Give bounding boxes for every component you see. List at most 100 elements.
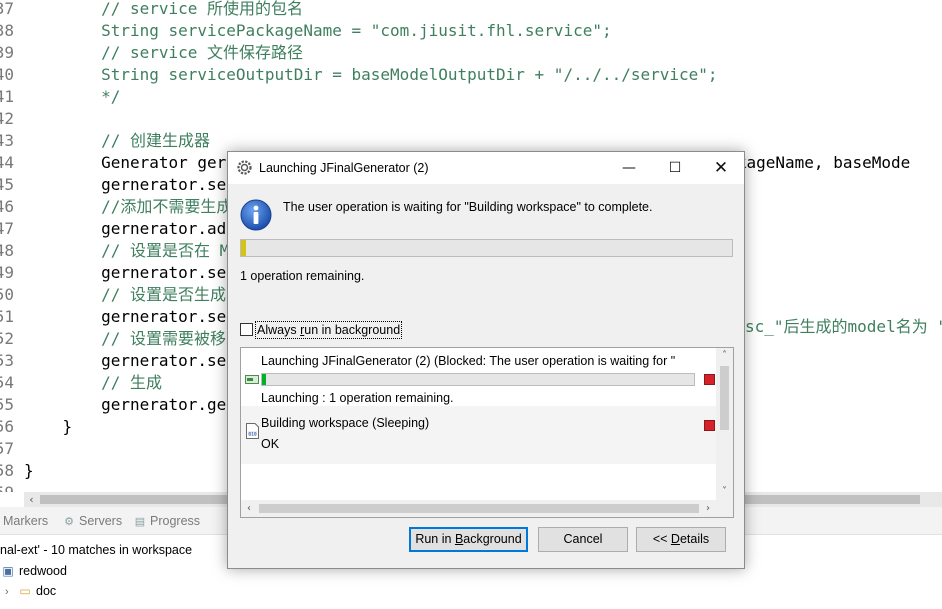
line-number: 41 bbox=[0, 87, 14, 106]
line-number: 46 bbox=[0, 197, 14, 216]
line-number: 54 bbox=[0, 373, 14, 392]
stop-job-icon[interactable] bbox=[704, 420, 715, 431]
code-line[interactable]: 37 // service 所使用的包名 bbox=[0, 0, 942, 20]
maximize-icon[interactable]: ☐ bbox=[652, 152, 698, 184]
line-number: 50 bbox=[0, 285, 14, 304]
dialog-titlebar[interactable]: Launching JFinalGenerator (2) — ☐ ✕ bbox=[228, 152, 744, 184]
tab-markers[interactable]: Markers bbox=[3, 507, 48, 535]
always-background-checkbox[interactable] bbox=[240, 323, 253, 336]
code-line-tail: sc_"后生成的model名为 "U bbox=[745, 317, 942, 336]
code-text: // 创建生成器 bbox=[24, 131, 210, 150]
job-title: Launching JFinalGenerator (2) (Blocked: … bbox=[261, 354, 676, 368]
tree-item-label: doc bbox=[36, 584, 57, 598]
close-icon[interactable]: ✕ bbox=[698, 152, 744, 184]
chevron-right-icon[interactable]: › bbox=[700, 500, 716, 517]
job-progress-bar bbox=[261, 373, 695, 386]
code-line[interactable]: 43 // 创建生成器 bbox=[0, 130, 942, 152]
line-number: 38 bbox=[0, 21, 14, 40]
tab-markers-label: Markers bbox=[3, 514, 49, 528]
job-row-launching[interactable]: Launching JFinalGenerator (2) (Blocked: … bbox=[241, 348, 716, 406]
chevron-left-icon[interactable]: ‹ bbox=[241, 500, 257, 517]
tab-servers[interactable]: ⚙ Servers bbox=[62, 507, 122, 535]
tab-servers-label: Servers bbox=[79, 514, 123, 528]
code-line[interactable]: 38 String servicePackageName = "com.jius… bbox=[0, 20, 942, 42]
details-horizontal-scrollbar[interactable]: ‹ › bbox=[241, 500, 733, 517]
code-text: */ bbox=[24, 87, 121, 106]
line-number: 40 bbox=[0, 65, 14, 84]
launching-progress-dialog: Launching JFinalGenerator (2) — ☐ ✕ The … bbox=[227, 151, 745, 569]
folder-icon: ▭ bbox=[19, 584, 31, 598]
code-line[interactable]: 41 */ bbox=[0, 86, 942, 108]
tree-item-redwood[interactable]: ▣ redwood bbox=[0, 561, 67, 581]
code-line[interactable]: 40 String serviceOutputDir = baseModelOu… bbox=[0, 64, 942, 86]
line-number: 44 bbox=[0, 153, 14, 172]
tree-item-label: redwood bbox=[19, 564, 67, 578]
line-number: 55 bbox=[0, 395, 14, 414]
operations-remaining-text: 1 operation remaining. bbox=[240, 269, 365, 283]
line-number: 45 bbox=[0, 175, 14, 194]
code-text: } bbox=[24, 417, 73, 436]
code-text: // 设置是否生成 bbox=[24, 285, 226, 304]
eclipse-gear-icon bbox=[237, 160, 252, 175]
project-icon: ▣ bbox=[2, 564, 14, 578]
code-text: String serviceOutputDir = baseModelOutpu… bbox=[24, 65, 718, 84]
code-line[interactable]: 39 // service 文件保存路径 bbox=[0, 42, 942, 64]
code-text: gernerator.se bbox=[24, 263, 227, 282]
search-result-summary: nal-ext' - 10 matches in workspace bbox=[0, 543, 193, 557]
line-number: 53 bbox=[0, 351, 14, 370]
tree-item-doc[interactable]: › ▭ doc bbox=[5, 581, 56, 601]
line-number: 58 bbox=[0, 461, 14, 480]
details-toggle-button[interactable]: << Details bbox=[636, 527, 726, 552]
binary-file-icon: 010 bbox=[246, 423, 259, 439]
blocked-message: The user operation is waiting for "Build… bbox=[283, 200, 653, 214]
progress-icon: ▤ bbox=[134, 516, 146, 528]
tab-progress-label: Progress bbox=[150, 514, 201, 528]
job-status: OK bbox=[261, 437, 280, 451]
line-number: 48 bbox=[0, 241, 14, 260]
launch-job-icon bbox=[245, 375, 259, 384]
details-vertical-scrollbar[interactable]: ˄ ˅ bbox=[716, 348, 733, 500]
chevron-right-icon[interactable]: › bbox=[5, 582, 17, 602]
code-line[interactable]: 42 bbox=[0, 108, 942, 130]
code-text: gernerator.se bbox=[24, 351, 227, 370]
code-text: //添加不需要生成 bbox=[24, 197, 233, 216]
info-icon bbox=[240, 199, 272, 231]
code-text: gernerator.ge bbox=[24, 395, 227, 414]
line-number: 43 bbox=[0, 131, 14, 150]
code-text: // 生成 bbox=[24, 373, 162, 392]
scroll-left-icon[interactable]: ‹ bbox=[24, 492, 39, 507]
code-text: gernerator.ad bbox=[24, 219, 227, 238]
code-text: // service 文件保存路径 bbox=[24, 43, 304, 62]
code-text: // 设置需要被移 bbox=[24, 329, 226, 348]
svg-text:010: 010 bbox=[248, 431, 257, 437]
line-number: 47 bbox=[0, 219, 14, 238]
dialog-title: Launching JFinalGenerator (2) bbox=[259, 161, 429, 175]
code-text: // 设置是否在 Mo bbox=[24, 241, 239, 260]
servers-icon: ⚙ bbox=[64, 516, 74, 528]
stop-job-icon[interactable] bbox=[704, 374, 715, 385]
line-number: 56 bbox=[0, 417, 14, 436]
line-number: 59 bbox=[0, 482, 14, 492]
run-in-background-button[interactable]: Run in Background bbox=[409, 527, 528, 552]
tab-progress[interactable]: ▤ Progress bbox=[133, 507, 200, 535]
main-progress-bar bbox=[240, 239, 733, 257]
job-row-building-workspace[interactable]: 010 Building workspace (Sleeping) OK bbox=[241, 406, 716, 464]
scrollbar-thumb[interactable] bbox=[720, 366, 729, 430]
always-background-label[interactable]: Always run in background bbox=[255, 321, 403, 339]
line-number: 57 bbox=[0, 439, 14, 458]
job-details-list[interactable]: Launching JFinalGenerator (2) (Blocked: … bbox=[240, 347, 734, 518]
chevron-down-icon[interactable]: ˅ bbox=[716, 484, 733, 500]
code-text: gernerator.se bbox=[24, 307, 227, 326]
code-text: String servicePackageName = "com.jiusit.… bbox=[24, 21, 612, 40]
line-number: 42 bbox=[0, 109, 14, 128]
scrollbar-thumb[interactable] bbox=[259, 504, 699, 513]
line-number: 49 bbox=[0, 263, 14, 282]
code-text: // service 所使用的包名 bbox=[24, 0, 304, 18]
job-progress-fill bbox=[262, 374, 267, 385]
job-status: Launching : 1 operation remaining. bbox=[261, 391, 454, 405]
line-number: 51 bbox=[0, 307, 14, 326]
chevron-up-icon[interactable]: ˄ bbox=[716, 348, 733, 364]
line-number: 39 bbox=[0, 43, 14, 62]
minimize-icon[interactable]: — bbox=[606, 152, 652, 184]
cancel-button[interactable]: Cancel bbox=[538, 527, 628, 552]
